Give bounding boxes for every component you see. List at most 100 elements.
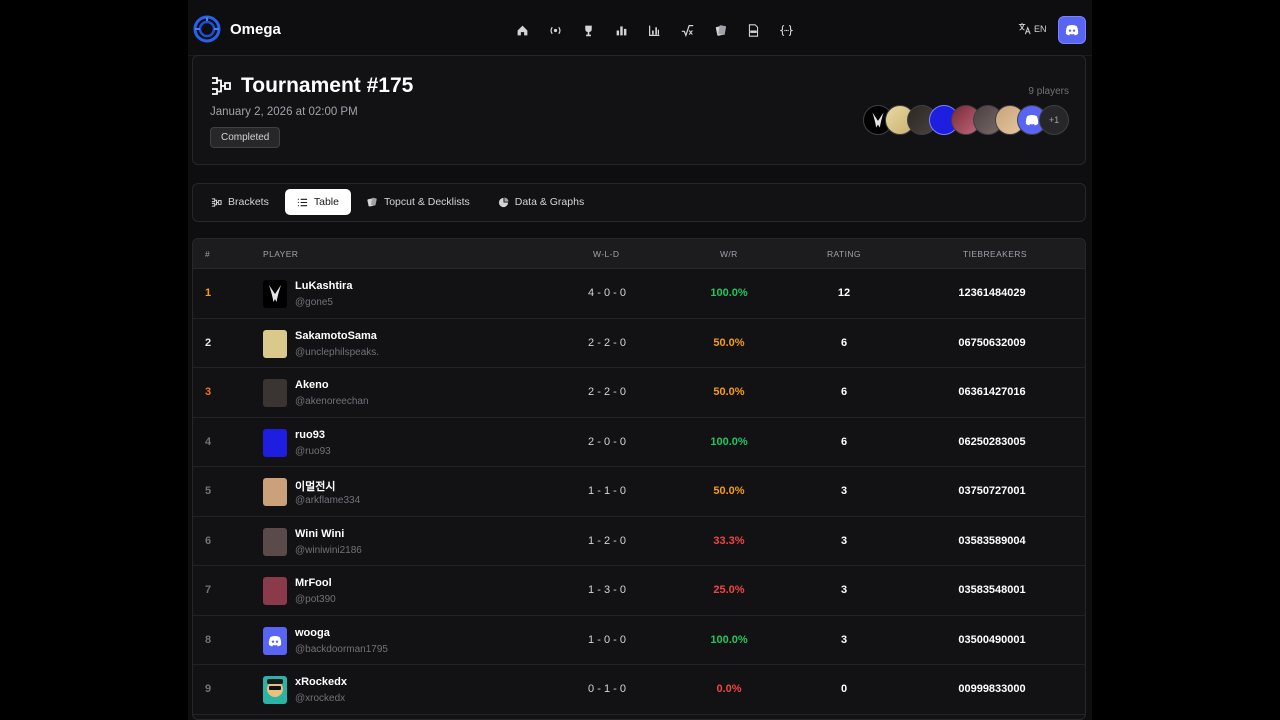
player-handle: @gone5 <box>295 297 333 308</box>
rating-cell: 3 <box>840 485 848 498</box>
avatar[interactable] <box>263 428 287 457</box>
table-row[interactable]: 7 MrFool @pot390 1 - 3 - 0 25.0% 3 03583548001 <box>193 566 1085 616</box>
player-name[interactable]: SakamotoSama <box>295 330 377 342</box>
page-title: Tournament #175 <box>241 74 414 97</box>
tab-label: Topcut & Decklists <box>383 196 470 208</box>
table-row[interactable]: 2 SakamotoSama @unclephilspeaks. 2 - 2 - 0 5… <box>193 319 1085 368</box>
rank-cell: 7 <box>205 584 212 597</box>
avatar[interactable] <box>263 527 287 556</box>
logo[interactable]: Omega <box>192 14 281 44</box>
col-tiebreakers: TIEBREAKERS <box>963 249 1027 259</box>
table-row[interactable]: 3 Akeno @akenoreechan 2 - 2 - 0 50.0% 6 063614… <box>193 368 1085 418</box>
avatar[interactable] <box>263 329 287 358</box>
player-name[interactable]: MrFool <box>295 577 332 589</box>
player-name[interactable]: 이멀전시 <box>295 478 335 494</box>
bracket-icon <box>212 77 231 95</box>
winrate-cell: 100.0% <box>710 633 748 646</box>
avatar[interactable] <box>263 280 287 308</box>
view-tabs: Brackets Table Topcut & Decklists Data &… <box>192 183 1086 222</box>
app-name: Omega <box>230 20 281 38</box>
rating-cell: 6 <box>840 435 848 448</box>
tab-label: Table <box>313 196 339 208</box>
bar-chart-icon[interactable] <box>605 20 638 40</box>
tiebreakers-cell: 03500490001 <box>958 633 1026 646</box>
player-name[interactable]: LuKashtira <box>295 280 352 292</box>
winrate-cell: 100.0% <box>710 287 748 300</box>
discord-icon <box>1065 25 1079 36</box>
col-player: PLAYER <box>263 249 299 259</box>
players-count: 9 players <box>1028 86 1069 97</box>
sqrt-icon[interactable] <box>671 20 704 40</box>
cards-icon <box>367 197 377 206</box>
rank-cell: 2 <box>205 336 212 349</box>
tab-label: Brackets <box>228 196 269 208</box>
more-players-badge[interactable]: +1 <box>1039 105 1069 135</box>
wld-cell: 1 - 1 - 0 <box>588 485 626 498</box>
col-rank: # <box>205 249 211 259</box>
avatar[interactable] <box>263 626 287 655</box>
cards-icon[interactable] <box>704 20 737 40</box>
tab-brackets[interactable]: Brackets <box>199 189 281 215</box>
rating-cell: 3 <box>840 534 848 547</box>
tab-label: Data & Graphs <box>514 196 585 208</box>
rating-cell: 3 <box>840 633 848 646</box>
tiebreakers-cell: 12361484029 <box>958 287 1026 300</box>
wld-cell: 0 - 1 - 0 <box>588 683 626 696</box>
tab-topcut-decklists[interactable]: Topcut & Decklists <box>355 189 482 215</box>
winrate-cell: 50.0% <box>713 485 745 498</box>
pdf-icon[interactable] <box>737 20 770 40</box>
table-row[interactable]: 4 ruo93 @ruo93 2 - 0 - 0 100.0% 6 06250283005 <box>193 418 1085 467</box>
rank-cell: 4 <box>205 435 212 448</box>
table-row[interactable]: 9 xRockedx @xrockedx 0 - 1 - 0 0.0% 0 00999833… <box>193 665 1085 715</box>
wld-cell: 2 - 0 - 0 <box>588 435 626 448</box>
tiebreakers-cell: 00999833000 <box>958 683 1026 696</box>
player-name[interactable]: Wini Wini <box>295 528 344 540</box>
rating-cell: 6 <box>840 336 848 349</box>
trophy-icon[interactable] <box>572 20 605 40</box>
tab-data-graphs[interactable]: Data & Graphs <box>486 189 596 215</box>
player-handle: @ruo93 <box>295 445 331 457</box>
tiebreakers-cell: 06250283005 <box>958 435 1026 448</box>
translate-icon <box>1018 22 1031 35</box>
tiebreakers-cell: 06750632009 <box>958 336 1026 349</box>
winrate-cell: 100.0% <box>710 435 748 448</box>
language-selector[interactable]: EN <box>1018 22 1047 35</box>
tab-table[interactable]: Table <box>284 189 351 215</box>
tournament-header: Tournament #175 January 2, 2026 at 02:00… <box>192 55 1086 165</box>
rank-cell: 8 <box>205 633 212 646</box>
player-handle: @akenoreechan <box>295 396 369 407</box>
discord-login-button[interactable] <box>1059 17 1085 43</box>
avatar[interactable] <box>263 478 287 506</box>
table-header: # PLAYER W-L-D W/R RATING TIEBREAKERS <box>193 239 1085 269</box>
wld-cell: 2 - 2 - 0 <box>588 386 626 399</box>
rank-cell: 1 <box>205 287 212 300</box>
status-badge: Completed <box>210 127 281 148</box>
player-name[interactable]: ruo93 <box>295 429 325 441</box>
broadcast-icon[interactable] <box>539 20 572 40</box>
player-name[interactable]: xRockedx <box>295 676 347 688</box>
player-name[interactable]: Akeno <box>295 379 329 391</box>
table-row[interactable]: 8 wooga @backdoorman1795 1 - 0 - 0 100.0% 3 03… <box>193 616 1085 665</box>
stats-chart-icon[interactable] <box>638 20 671 40</box>
col-rating: RATING <box>827 249 861 259</box>
player-handle: @pot390 <box>295 594 336 605</box>
player-name[interactable]: wooga <box>295 627 330 639</box>
tournament-date: January 2, 2026 at 02:00 PM <box>210 106 358 118</box>
wld-cell: 1 - 3 - 0 <box>588 584 626 597</box>
col-wld: W-L-D <box>593 249 620 259</box>
winrate-cell: 25.0% <box>713 584 745 597</box>
winrate-cell: 50.0% <box>713 386 745 399</box>
standings-table: # PLAYER W-L-D W/R RATING TIEBREAKERS 1 L… <box>192 238 1086 720</box>
table-row[interactable]: 1 LuKashtira @gone5 4 - 0 - 0 100.0% 12 123614… <box>193 269 1085 319</box>
avatar[interactable] <box>263 577 287 605</box>
player-handle: @backdoorman1795 <box>295 643 388 655</box>
braces-icon[interactable] <box>770 20 803 40</box>
home-icon[interactable] <box>506 20 539 40</box>
table-row[interactable]: 5 이멀전시 @arkflame334 1 - 1 - 0 50.0% 3 03750727… <box>193 467 1085 517</box>
winrate-cell: 0.0% <box>716 683 742 696</box>
avatar[interactable] <box>263 676 287 704</box>
table-row[interactable]: 6 Wini Wini @winiwini2186 1 - 2 - 0 33.3% 3 03… <box>193 517 1085 566</box>
tiebreakers-cell: 06361427016 <box>958 386 1026 399</box>
col-wr: W/R <box>720 249 738 259</box>
avatar[interactable] <box>263 379 287 407</box>
